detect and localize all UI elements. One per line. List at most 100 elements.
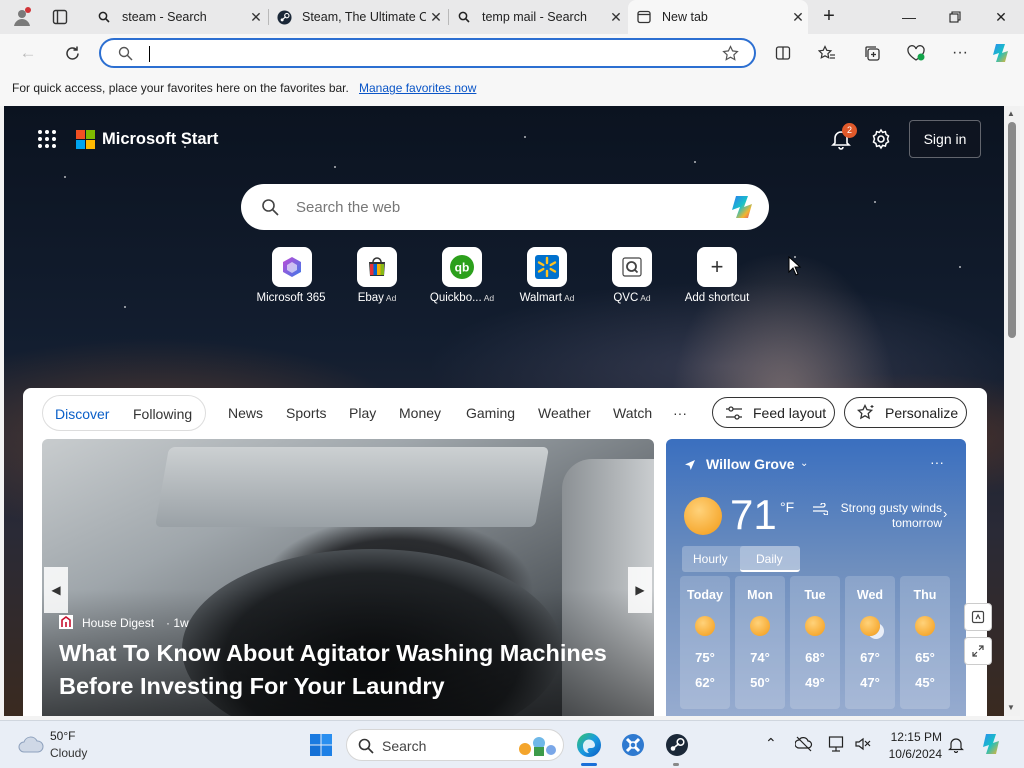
close-icon[interactable]: ✕ (606, 9, 626, 26)
web-search-box[interactable]: Search the web (241, 184, 769, 230)
browser-essentials-icon[interactable] (901, 39, 931, 67)
taskbar-condition[interactable]: Cloudy (50, 746, 87, 760)
hourly-tab[interactable]: Hourly (693, 552, 728, 566)
sliders-icon (726, 405, 742, 420)
discover-tab[interactable]: Discover (55, 406, 109, 422)
collections-icon[interactable] (857, 39, 887, 67)
nav-watch[interactable]: Watch (613, 405, 652, 421)
close-window-button[interactable]: ✕ (978, 0, 1024, 34)
current-temperature: 71 (730, 491, 777, 538)
split-screen-icon[interactable] (768, 39, 798, 67)
apps-grid-icon[interactable] (38, 130, 58, 150)
new-tab-button[interactable]: + (818, 6, 840, 27)
chevron-right-icon[interactable]: › (943, 506, 947, 521)
address-input[interactable] (147, 45, 707, 63)
favorite-star-icon[interactable] (722, 45, 739, 67)
notification-center-icon[interactable] (948, 736, 964, 758)
refresh-button[interactable] (57, 39, 87, 67)
feedback-icon[interactable] (964, 603, 992, 631)
shortcut-qvc[interactable]: QVC Ad (592, 247, 672, 304)
settings-gear-icon[interactable] (870, 128, 892, 150)
scroll-up-icon[interactable]: ▲ (1007, 109, 1015, 118)
nav-play[interactable]: Play (349, 405, 376, 421)
network-offline-icon[interactable] (794, 736, 813, 757)
nav-news[interactable]: News (228, 405, 263, 421)
shortcut-label: Quickbo... (429, 292, 482, 304)
shortcut-walmart[interactable]: Walmart Ad (507, 247, 587, 304)
copilot-taskbar-icon[interactable] (980, 732, 1004, 761)
tab-actions-icon[interactable] (52, 9, 68, 25)
copilot-icon[interactable] (728, 194, 758, 225)
cloudy-weather-icon[interactable] (17, 733, 45, 760)
following-tab[interactable]: Following (133, 406, 192, 422)
close-icon[interactable]: ✕ (788, 9, 808, 26)
forecast-low: 45° (915, 675, 935, 690)
new-tab-page: Microsoft Start 2 Sign in Search the web… (4, 106, 1004, 716)
tab-new-tab[interactable]: New tab ✕ (628, 0, 808, 34)
volume-mute-icon[interactable] (854, 735, 872, 758)
add-shortcut-button[interactable]: + Add shortcut (677, 247, 757, 304)
nav-money[interactable]: Money (399, 405, 441, 421)
pinned-app-icon[interactable] (618, 730, 648, 760)
forecast-day[interactable]: Mon 74° 50° (735, 576, 785, 709)
nav-weather[interactable]: Weather (538, 405, 591, 421)
nav-sports[interactable]: Sports (286, 405, 326, 421)
forecast-day[interactable]: Thu 65° 45° (900, 576, 950, 709)
weather-card[interactable]: Willow Grove ⌄ ··· 71 °F Strong gusty wi… (666, 439, 966, 716)
hero-article-card[interactable]: ◀ ▶ House Digest · 1w What To Know About… (42, 439, 654, 716)
news-feed: Discover Following News Sports Play Mone… (23, 388, 987, 716)
copilot-icon[interactable] (987, 39, 1017, 67)
carousel-next-button[interactable]: ▶ (628, 567, 652, 613)
forecast-day[interactable]: Today 75° 62° (680, 576, 730, 709)
forecast-day[interactable]: Wed 67° 47° (845, 576, 895, 709)
background-star (524, 136, 526, 138)
weather-location[interactable]: Willow Grove (706, 456, 795, 472)
forecast-day[interactable]: Tue 68° 49° (790, 576, 840, 709)
expand-icon[interactable] (964, 637, 992, 665)
weather-alert[interactable]: Strong gusty winds tomorrow (834, 501, 942, 531)
nav-gaming[interactable]: Gaming (466, 405, 515, 421)
search-icon (358, 738, 374, 757)
steam-icon (276, 9, 292, 25)
restore-button[interactable] (932, 0, 978, 34)
display-icon[interactable] (828, 735, 846, 758)
close-icon[interactable]: ✕ (246, 9, 266, 26)
shortcut-microsoft-365[interactable]: Microsoft 365 (252, 247, 332, 304)
address-bar[interactable] (99, 38, 756, 68)
back-button[interactable]: ← (13, 39, 43, 67)
personalize-button[interactable]: Personalize (844, 397, 967, 428)
more-options-icon[interactable]: ··· (945, 39, 975, 67)
favorites-icon[interactable] (812, 39, 842, 67)
profile-avatar[interactable] (12, 7, 32, 27)
chevron-down-icon[interactable]: ⌄ (800, 458, 808, 469)
manage-favorites-link[interactable]: Manage favorites now (359, 81, 476, 95)
shortcut-quickbooks[interactable]: qb Quickbo... Ad (422, 247, 502, 304)
shortcut-label: QVC (613, 292, 639, 304)
brand-title[interactable]: Microsoft Start (102, 130, 218, 149)
taskbar-temperature[interactable]: 50°F (50, 729, 75, 743)
shortcut-ebay[interactable]: Ebay Ad (337, 247, 417, 304)
background-star (334, 166, 336, 168)
nav-more[interactable]: ··· (673, 405, 687, 421)
feed-layout-button[interactable]: Feed layout (712, 397, 835, 428)
chevron-up-icon[interactable]: ⌃ (765, 735, 777, 752)
carousel-prev-button[interactable]: ◀ (44, 567, 68, 613)
tab-steam-search[interactable]: steam - Search ✕ (88, 0, 266, 34)
clock-date[interactable]: 10/6/2024 (880, 747, 942, 761)
taskbar-search-box[interactable]: Search (346, 729, 564, 761)
tab-temp-mail-search[interactable]: temp mail - Search ✕ (448, 0, 626, 34)
more-options-icon[interactable]: ··· (930, 454, 944, 470)
close-icon[interactable]: ✕ (426, 9, 446, 26)
scroll-down-icon[interactable]: ▼ (1007, 703, 1015, 712)
minimize-button[interactable]: — (886, 0, 932, 34)
sign-in-button[interactable]: Sign in (909, 120, 981, 158)
scrollbar-thumb[interactable] (1008, 122, 1016, 338)
tab-steam-store[interactable]: Steam, The Ultimate O ✕ (268, 0, 446, 34)
steam-app-icon[interactable] (662, 730, 692, 760)
page-scrollbar[interactable]: ▲ ▼ (1004, 106, 1020, 716)
edge-browser-icon[interactable] (574, 730, 604, 760)
start-button[interactable] (306, 730, 336, 760)
temperature-unit[interactable]: °F (780, 499, 794, 515)
article-headline[interactable]: What To Know About Agitator Washing Mach… (59, 637, 629, 703)
clock-time[interactable]: 12:15 PM (888, 730, 942, 744)
